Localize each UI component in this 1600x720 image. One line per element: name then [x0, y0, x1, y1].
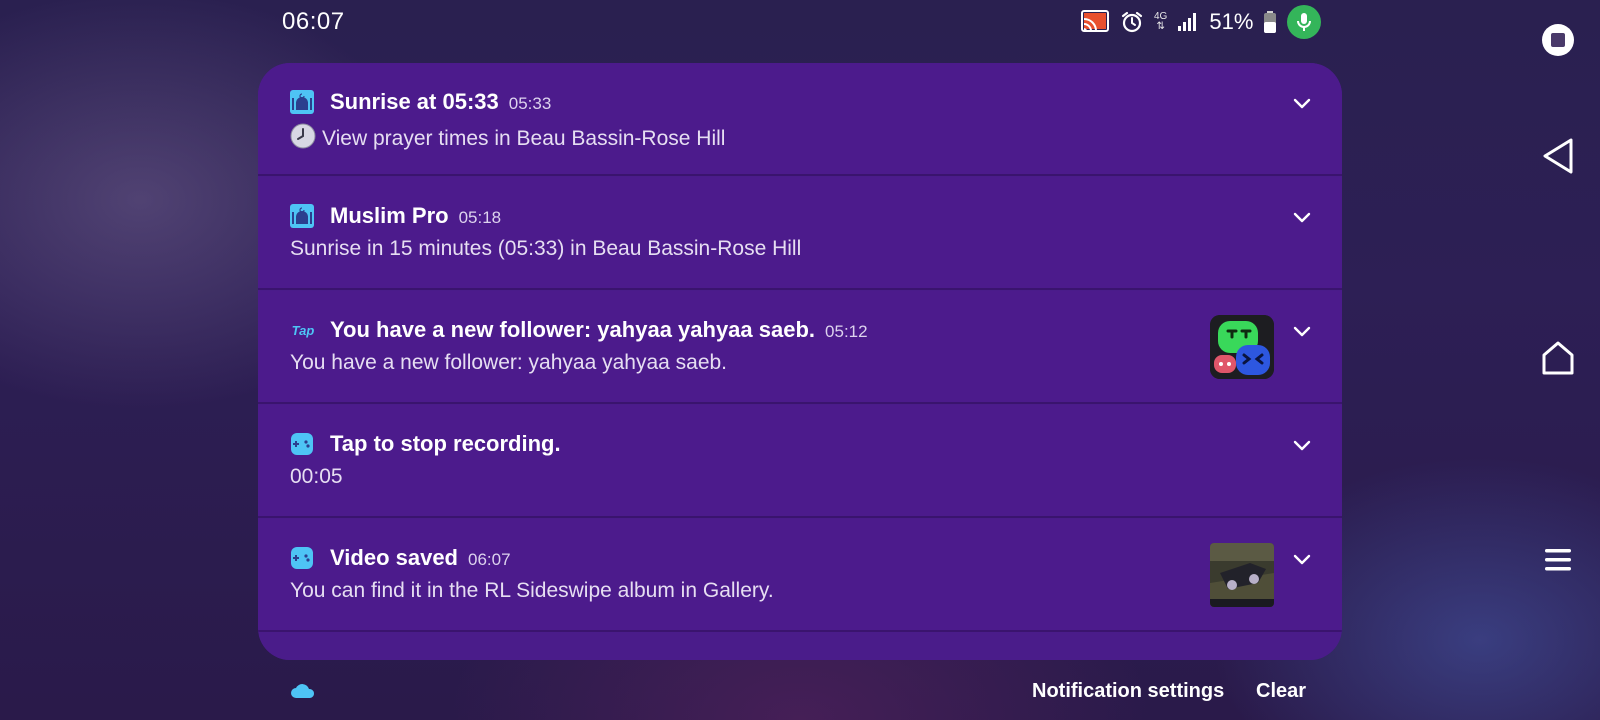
notification-body: View prayer times in Beau Bassin-Rose Hi… [290, 123, 725, 155]
notification-header: Tap to stop recording. [330, 431, 571, 457]
cast-icon [1080, 9, 1110, 35]
status-icons: 4G ⇅ 51% [1080, 4, 1322, 40]
notification-body-text: Sunrise in 15 minutes (05:33) in Beau Ba… [290, 237, 802, 260]
game-controller-icon [290, 432, 314, 456]
back-button[interactable] [1536, 134, 1580, 178]
notification-time: 05:12 [825, 322, 868, 341]
clear-button[interactable]: Clear [1256, 680, 1306, 703]
signal-icon [1177, 12, 1199, 32]
notification-body-text: You have a new follower: yahyaa yahyaa s… [290, 351, 728, 374]
notification-title: Tap to stop recording. [330, 431, 561, 456]
notification-body: Sunrise in 15 minutes (05:33) in Beau Ba… [290, 237, 801, 261]
notification-header: You have a new follower: yahyaa yahyaa s… [330, 317, 868, 343]
mosque-icon [290, 204, 314, 228]
data-arrows-icon: ⇅ [1156, 21, 1165, 32]
notification-body-text: View prayer times in Beau Bassin-Rose Hi… [322, 127, 726, 150]
cloud-icon[interactable] [290, 682, 316, 705]
status-clock: 06:07 [282, 8, 345, 35]
notification-title: Video saved [330, 545, 458, 570]
notification-time: 05:18 [458, 208, 502, 227]
notification-card[interactable]: Tap to stop recording. 00:05 [258, 405, 1342, 518]
clock-emoji-icon [290, 123, 316, 155]
notification-body: You have a new follower: yahyaa yahyaa s… [290, 351, 727, 375]
chevron-down-icon[interactable] [1290, 91, 1314, 115]
notification-header: Video saved 06:07 [330, 545, 511, 571]
recording-timer: 00:05 [290, 465, 343, 488]
notification-card[interactable]: Video saved 06:07 You can find it in the… [258, 519, 1342, 632]
game-characters-thumbnail [1210, 315, 1274, 379]
mosque-icon [290, 90, 314, 114]
panel-bottom-edge [258, 635, 1342, 660]
chevron-down-icon[interactable] [1290, 205, 1314, 229]
menu-button[interactable] [1536, 538, 1580, 582]
notification-settings-button[interactable]: Notification settings [1032, 680, 1224, 703]
chevron-down-icon[interactable] [1290, 433, 1314, 457]
network-4g-icon: 4G ⇅ [1154, 12, 1167, 32]
battery-icon [1263, 10, 1277, 34]
tap-logo-icon: Tap [288, 318, 318, 342]
notification-body-text: You can find it in the RL Sideswipe albu… [290, 579, 774, 602]
game-controller-icon [290, 546, 314, 570]
notification-title: Sunrise at 05:33 [330, 89, 499, 114]
status-bar: 06:07 4G ⇅ 51% [0, 0, 1600, 44]
chevron-down-icon[interactable] [1290, 319, 1314, 343]
alarm-icon [1120, 10, 1144, 34]
recent-apps-button[interactable] [1536, 18, 1580, 62]
notification-panel: Sunrise at 05:33 05:33 View prayer times… [258, 63, 1342, 660]
notification-card[interactable]: Muslim Pro 05:18 Sunrise in 15 minutes (… [258, 177, 1342, 290]
home-button[interactable] [1536, 336, 1580, 380]
tap-logo-text: Tap [291, 322, 315, 338]
notification-title: Muslim Pro [330, 203, 449, 228]
notification-header: Muslim Pro 05:18 [330, 203, 501, 229]
notification-card[interactable]: Sunrise at 05:33 05:33 View prayer times… [258, 63, 1342, 176]
notification-body: You can find it in the RL Sideswipe albu… [290, 579, 774, 603]
mic-active-icon[interactable] [1287, 5, 1322, 39]
notification-card[interactable]: Tap You have a new follower: yahyaa yahy… [258, 291, 1342, 404]
notification-header: Sunrise at 05:33 05:33 [330, 89, 551, 115]
notification-body: 00:05 [290, 465, 343, 489]
battery-percent: 51% [1209, 9, 1254, 34]
notification-time: 05:33 [508, 94, 552, 113]
chevron-down-icon[interactable] [1290, 547, 1314, 571]
notification-title: You have a new follower: yahyaa yahyaa s… [330, 317, 816, 342]
notification-time: 06:07 [468, 550, 511, 569]
video-thumbnail[interactable] [1210, 543, 1274, 607]
